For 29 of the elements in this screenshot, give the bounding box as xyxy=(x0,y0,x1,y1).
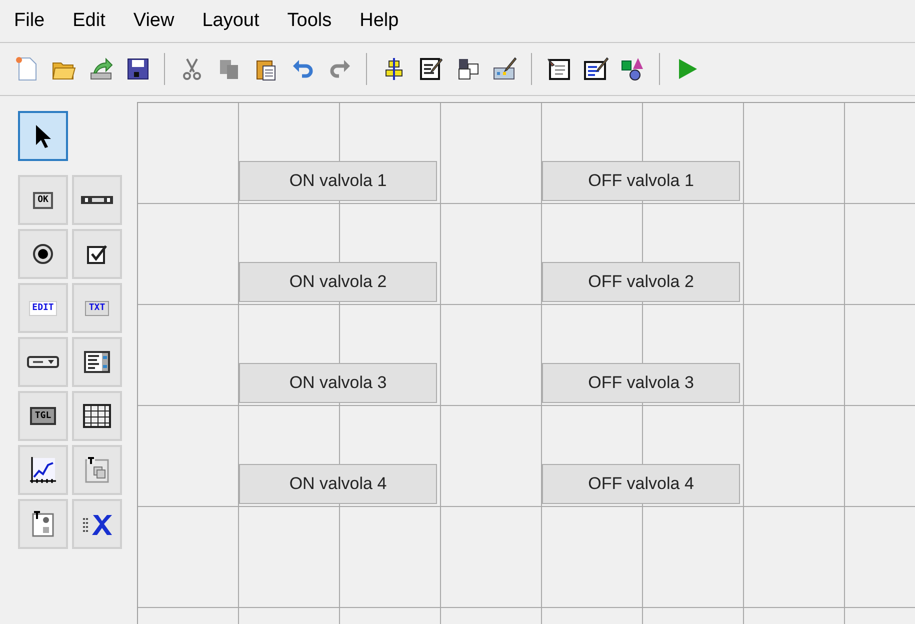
radio-button-icon[interactable] xyxy=(18,229,68,279)
slider-icon[interactable] xyxy=(72,175,122,225)
push-button[interactable]: OFF valvola 4 xyxy=(542,464,740,504)
listbox-icon[interactable] xyxy=(72,337,122,387)
push-button[interactable]: ON valvola 3 xyxy=(239,363,437,403)
panel-icon[interactable] xyxy=(72,445,122,495)
edit-text-icon[interactable]: EDIT xyxy=(18,283,68,333)
axes-icon[interactable] xyxy=(18,445,68,495)
static-text-icon[interactable]: TXT xyxy=(72,283,122,333)
push-button[interactable]: ON valvola 4 xyxy=(239,464,437,504)
menu-item[interactable]: View xyxy=(119,6,188,36)
activex-icon[interactable] xyxy=(72,499,122,549)
push-button-icon[interactable]: OK xyxy=(18,175,68,225)
toggle-button-icon[interactable]: TGL xyxy=(18,391,68,441)
menu-item[interactable]: File xyxy=(0,6,59,36)
table-icon[interactable] xyxy=(72,391,122,441)
menu-item[interactable]: Edit xyxy=(58,6,120,36)
push-button[interactable]: OFF valvola 3 xyxy=(542,363,740,403)
checkbox-icon[interactable] xyxy=(72,229,122,279)
popup-menu-icon[interactable] xyxy=(18,337,68,387)
push-button[interactable]: ON valvola 2 xyxy=(239,262,437,302)
push-button[interactable]: ON valvola 1 xyxy=(239,161,437,201)
menu-item[interactable]: Tools xyxy=(273,6,346,36)
pointer-icon[interactable] xyxy=(18,111,68,161)
push-button[interactable]: OFF valvola 2 xyxy=(542,262,740,302)
menu-item[interactable]: Layout xyxy=(188,6,274,36)
menu-item[interactable]: Help xyxy=(346,6,413,36)
button-group-icon[interactable] xyxy=(18,499,68,549)
push-button[interactable]: OFF valvola 1 xyxy=(542,161,740,201)
